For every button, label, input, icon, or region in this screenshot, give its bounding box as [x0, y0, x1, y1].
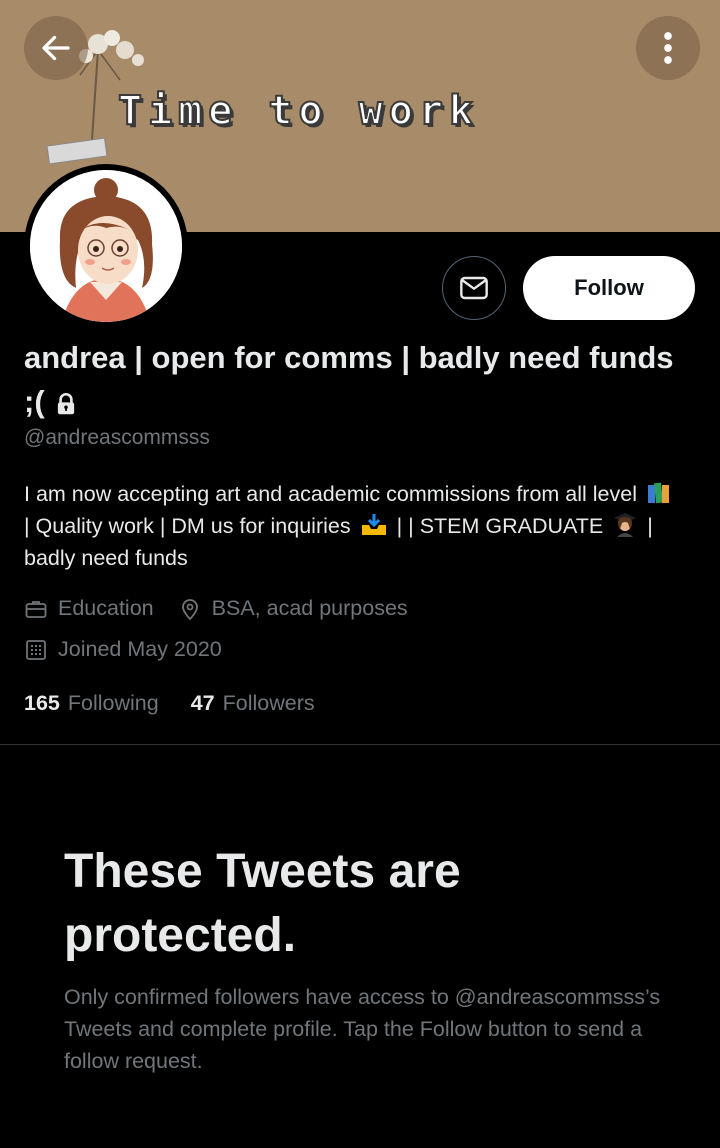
arrow-left-icon: [42, 35, 70, 61]
avatar-image: [30, 170, 182, 322]
message-button[interactable]: [442, 256, 506, 320]
more-options-button[interactable]: [636, 16, 700, 80]
follow-button[interactable]: Follow: [523, 256, 695, 320]
followers-label: Followers: [222, 691, 315, 715]
profile-stats: 165 Following 47 Followers: [24, 691, 347, 716]
calendar-icon: [24, 638, 48, 662]
vertical-dots-icon: [664, 32, 672, 64]
profile-location: BSA, acad purposes: [211, 596, 408, 620]
profile-category: Education: [58, 596, 154, 620]
followers-count: 47: [190, 691, 215, 715]
back-button[interactable]: [24, 16, 88, 80]
bio-text-1: I am now accepting art and academic comm…: [24, 482, 638, 506]
inbox-tray-emoji-icon: [361, 514, 386, 535]
profile-handle: @andreascommsss: [24, 426, 210, 449]
bio-text-3: | | STEM GRADUATE: [396, 514, 604, 538]
profile-joined-row: Joined May 2020: [24, 637, 222, 662]
profile-joined-date: Joined May 2020: [58, 637, 222, 661]
avatar[interactable]: [24, 164, 188, 328]
profile-name-block: andrea | open for comms | badly need fun…: [24, 336, 684, 424]
lock-icon: [57, 392, 74, 415]
profile-bio: I am now accepting art and academic comm…: [24, 478, 684, 574]
profile-meta-row: Education BSA, acad purposes: [24, 596, 408, 621]
profile-name: andrea | open for comms | badly need fun…: [24, 340, 674, 419]
protected-tweets-title: These Tweets are protected.: [64, 845, 461, 962]
following-link[interactable]: 165 Following: [24, 691, 159, 716]
following-count: 165: [24, 691, 60, 715]
envelope-icon: [460, 276, 488, 300]
following-label: Following: [67, 691, 159, 715]
bio-text-2: | Quality work | DM us for inquiries: [24, 514, 351, 538]
section-divider: [0, 744, 720, 745]
protected-tweets-description: Only confirmed followers have access to …: [64, 985, 661, 1073]
followers-link[interactable]: 47 Followers: [191, 691, 315, 716]
briefcase-icon: [24, 597, 48, 621]
banner-title: Time to work: [117, 87, 479, 135]
graduate-emoji-icon: [614, 513, 637, 537]
books-emoji-icon: [648, 482, 669, 504]
location-pin-icon: [178, 597, 202, 621]
